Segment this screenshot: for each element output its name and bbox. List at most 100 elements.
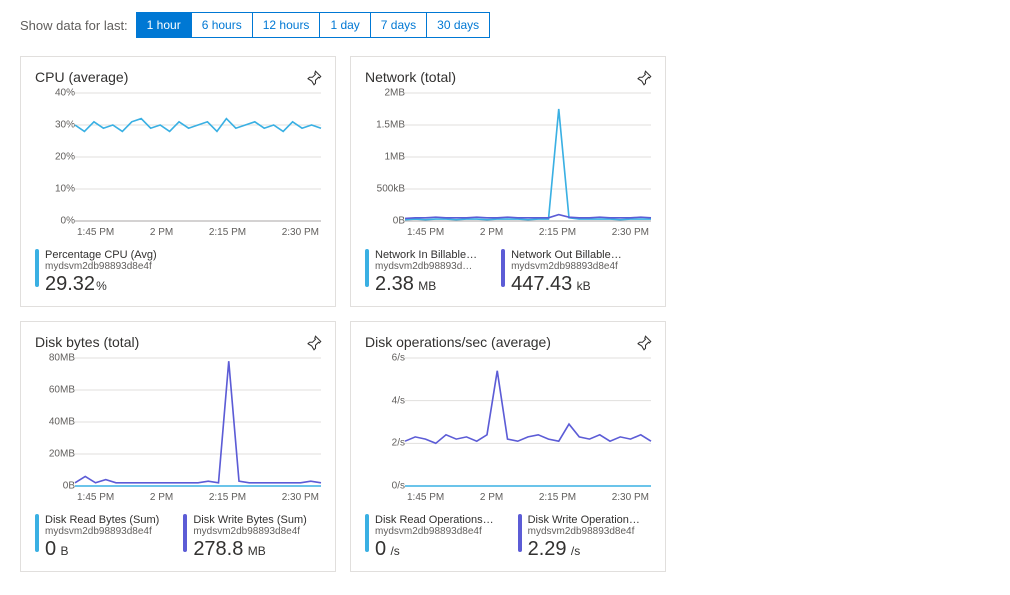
- y-tick-label: 1.5MB: [376, 120, 405, 131]
- metrics-cards-container: CPU (average) 40% 30% 20% 10% 0% 1:45 PM 2 PM…: [20, 56, 990, 572]
- chart-series-0: [405, 109, 651, 220]
- time-range-1-hour[interactable]: 1 hour: [136, 12, 192, 38]
- legend-metric-name: Percentage CPU (Avg): [45, 249, 157, 261]
- chart-legend: Disk Read Bytes (Sum) mydsvm2db98893d8e4…: [35, 514, 321, 559]
- x-tick-label: 1:45 PM: [77, 492, 114, 508]
- y-axis-labels: 2MB1.5MB1MB500kB0B: [365, 93, 405, 221]
- legend-metric-value: 447.43 kB: [501, 274, 622, 294]
- y-tick-label: 6/s: [392, 353, 405, 364]
- metric-card: Disk bytes (total) 80MB60MB40MB20MB0B 1:…: [20, 321, 336, 572]
- legend-resource-name: mydsvm2db98893d8e4f: [375, 261, 477, 272]
- metric-card: Network (total) 2MB 1.5MB 1MB 500kB 0B 1:45 …: [350, 56, 666, 307]
- chart-area: 80MB60MB40MB20MB0B 1:45 PM2 PM2:15 PM2:3…: [35, 358, 321, 508]
- x-tick-label: 1:45 PM: [407, 492, 444, 508]
- legend-metric-name: Disk Read Operations…: [375, 514, 494, 526]
- legend-item: Network Out Billable… mydsvm2db98893d8e4…: [501, 249, 622, 294]
- legend-metric-value: 0 /s: [365, 539, 494, 559]
- chart-plot[interactable]: [405, 93, 651, 221]
- legend-item: Percentage CPU (Avg) mydsvm2db98893d8e4f…: [35, 249, 157, 294]
- chart-plot[interactable]: [75, 93, 321, 221]
- legend-item: Disk Read Bytes (Sum) mydsvm2db98893d8e4…: [35, 514, 159, 559]
- chart-area: 6/s4/s2/s0/s 1:45 PM 2 PM 2:15 PM 2:30 PM: [365, 358, 651, 508]
- x-axis-labels: 1:45 PM2 PM2:15 PM2:30 PM: [75, 223, 321, 243]
- pin-icon: [305, 69, 323, 87]
- y-tick-label: 60MB: [49, 385, 75, 396]
- x-tick-label: 2 PM: [150, 492, 173, 508]
- y-tick-label: 0B: [63, 481, 75, 492]
- legend-metric-name: Disk Read Bytes (Sum): [45, 514, 159, 526]
- legend-resource-name: mydsvm2db98893d8e4f: [528, 526, 640, 537]
- metric-card: Disk operations/sec (average) 6/s4/s2/s0…: [350, 321, 666, 572]
- legend-metric-value: 2.38 MB: [365, 274, 477, 294]
- y-tick-label: 20%: [55, 152, 75, 163]
- y-tick-label: 30%: [55, 120, 75, 131]
- x-tick-label: 2:15 PM: [209, 492, 246, 508]
- y-tick-label: 20MB: [49, 449, 75, 460]
- chart-legend: Network In Billable… mydsvm2db98893d8e4f…: [365, 249, 651, 294]
- x-tick-label: 2:30 PM: [612, 227, 649, 243]
- card-title: CPU (average): [35, 69, 321, 85]
- x-tick-label: 2 PM: [150, 227, 173, 243]
- chart-plot[interactable]: [405, 358, 651, 486]
- x-tick-label: 2 PM: [480, 492, 503, 508]
- y-tick-label: 2MB: [384, 88, 405, 99]
- time-range-1-day[interactable]: 1 day: [320, 12, 370, 38]
- time-range-button-group: 1 hour6 hours12 hours1 day7 days30 days: [136, 12, 491, 38]
- x-tick-label: 1:45 PM: [407, 227, 444, 243]
- legend-metric-name: Network Out Billable…: [511, 249, 622, 261]
- legend-metric-name: Disk Write Bytes (Sum): [193, 514, 306, 526]
- y-tick-label: 500kB: [377, 184, 405, 195]
- y-axis-labels: 40%30%20%10%0%: [35, 93, 75, 221]
- chart-area: 40%30%20%10%0% 1:45 PM2 PM2:15 PM2:30 PM: [35, 93, 321, 243]
- pin-button[interactable]: [301, 330, 327, 359]
- card-title: Disk bytes (total): [35, 334, 321, 350]
- chart-area: 2MB1.5MB1MB500kB0B 1:45 PM2 PM2:15 PM2:3…: [365, 93, 651, 243]
- x-axis-labels: 1:45 PM 2 PM 2:15 PM 2:30 PM: [75, 488, 321, 508]
- time-range-30-days[interactable]: 30 days: [427, 12, 490, 38]
- x-tick-label: 2:15 PM: [539, 227, 576, 243]
- time-range-7-days[interactable]: 7 days: [371, 12, 427, 38]
- x-tick-label: 1:45 PM: [77, 227, 114, 243]
- legend-item: Disk Write Bytes (Sum) mydsvm2db98893d8e…: [183, 514, 306, 559]
- legend-metric-value: 278.8 MB: [183, 539, 306, 559]
- chart-series-1: [405, 215, 651, 219]
- chart-plot[interactable]: [75, 358, 321, 486]
- legend-resource-name: mydsvm2db98893d8e4f: [511, 261, 622, 272]
- time-range-filter: Show data for last: 1 hour6 hours12 hour…: [20, 12, 990, 38]
- time-range-label: Show data for last:: [20, 18, 128, 33]
- legend-item: Disk Write Operation… mydsvm2db98893d8e4…: [518, 514, 640, 559]
- legend-resource-name: mydsvm2db98893d8e4f: [375, 526, 494, 537]
- legend-resource-name: mydsvm2db98893d8e4f: [193, 526, 306, 537]
- legend-color-swatch: [518, 514, 522, 552]
- x-tick-label: 2:15 PM: [539, 492, 576, 508]
- y-axis-labels: 80MB60MB40MB20MB0B: [35, 358, 75, 486]
- y-tick-label: 10%: [55, 184, 75, 195]
- y-tick-label: 40MB: [49, 417, 75, 428]
- y-tick-label: 4/s: [392, 395, 405, 406]
- legend-metric-value: 2.29 /s: [518, 539, 640, 559]
- y-axis-labels: 6/s4/s2/s0/s: [365, 358, 405, 486]
- time-range-12-hours[interactable]: 12 hours: [253, 12, 321, 38]
- x-tick-label: 2:30 PM: [612, 492, 649, 508]
- x-tick-label: 2 PM: [480, 227, 503, 243]
- metric-card: CPU (average) 40% 30% 20% 10% 0% 1:45 PM 2 PM…: [20, 56, 336, 307]
- x-tick-label: 2:30 PM: [282, 492, 319, 508]
- pin-button[interactable]: [631, 65, 657, 94]
- y-tick-label: 1MB: [384, 152, 405, 163]
- legend-metric-value: 0 B: [35, 539, 159, 559]
- legend-color-swatch: [501, 249, 505, 287]
- chart-series-1: [405, 371, 651, 444]
- y-tick-label: 0B: [393, 216, 405, 227]
- chart-legend: Disk Read Operations… mydsvm2db98893d8e4…: [365, 514, 651, 559]
- pin-button[interactable]: [301, 65, 327, 94]
- time-range-6-hours[interactable]: 6 hours: [192, 12, 253, 38]
- y-tick-label: 0%: [61, 216, 75, 227]
- x-tick-label: 2:15 PM: [209, 227, 246, 243]
- y-tick-label: 0/s: [392, 481, 405, 492]
- chart-legend: Percentage CPU (Avg) mydsvm2db98893d8e4f…: [35, 249, 321, 294]
- y-tick-label: 40%: [55, 88, 75, 99]
- card-title: Network (total): [365, 69, 651, 85]
- pin-icon: [635, 69, 653, 87]
- pin-button[interactable]: [631, 330, 657, 359]
- legend-color-swatch: [35, 249, 39, 287]
